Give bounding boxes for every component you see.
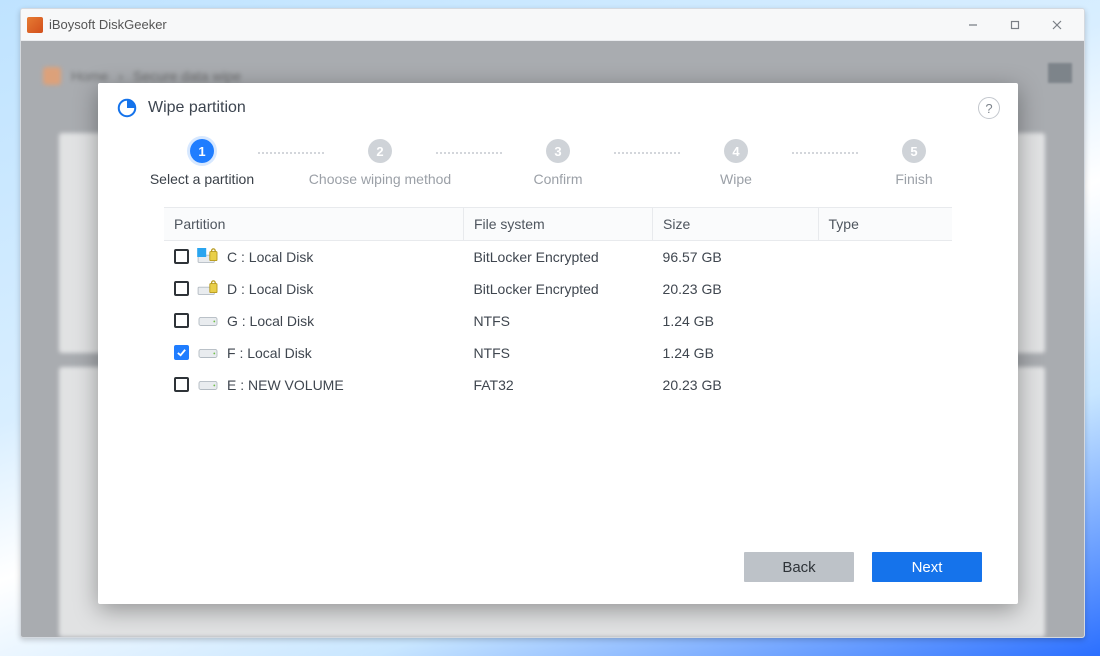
row-checkbox[interactable]: [174, 281, 189, 296]
row-checkbox[interactable]: [174, 249, 189, 264]
step-bubble: 4: [724, 139, 748, 163]
dialog-header: Wipe partition ?: [98, 83, 1018, 125]
drive-icon: [197, 344, 219, 362]
table-row[interactable]: C : Local Disk BitLocker Encrypted96.57 G…: [164, 241, 952, 273]
step-connector: [436, 152, 502, 154]
type-cell: [818, 337, 952, 369]
step-bubble: 3: [546, 139, 570, 163]
size-cell: 20.23 GB: [653, 273, 818, 305]
step-1: 1 Select a partition: [146, 139, 258, 187]
row-checkbox[interactable]: [174, 377, 189, 392]
table-row[interactable]: E : NEW VOLUME FAT3220.23 GB: [164, 369, 952, 401]
titlebar: iBoysoft DiskGeeker: [21, 9, 1084, 41]
table-row[interactable]: F : Local Disk NTFS1.24 GB: [164, 337, 952, 369]
drive-icon: [197, 376, 219, 394]
step-label: Wipe: [720, 171, 752, 187]
col-partition[interactable]: Partition: [164, 208, 463, 241]
dialog-footer: Back Next: [98, 538, 1018, 604]
app-title: iBoysoft DiskGeeker: [49, 17, 167, 32]
maximize-button[interactable]: [994, 9, 1036, 40]
dialog-title: Wipe partition: [148, 99, 246, 117]
table-row[interactable]: G : Local Disk NTFS1.24 GB: [164, 305, 952, 337]
type-cell: [818, 273, 952, 305]
step-connector: [792, 152, 858, 154]
step-label: Choose wiping method: [309, 171, 451, 187]
step-bubble: 5: [902, 139, 926, 163]
filesystem-cell: BitLocker Encrypted: [463, 241, 652, 273]
partition-name: D : Local Disk: [227, 281, 313, 297]
help-button[interactable]: ?: [978, 97, 1000, 119]
app-icon: [27, 17, 43, 33]
step-bubble: 1: [190, 139, 214, 163]
type-cell: [818, 305, 952, 337]
filesystem-cell: NTFS: [463, 337, 652, 369]
size-cell: 96.57 GB: [653, 241, 818, 273]
size-cell: 1.24 GB: [653, 337, 818, 369]
partition-table-body: C : Local Disk BitLocker Encrypted96.57 G…: [164, 241, 952, 401]
filesystem-cell: NTFS: [463, 305, 652, 337]
step-3: 3 Confirm: [502, 139, 614, 187]
step-connector: [258, 152, 324, 154]
size-cell: 20.23 GB: [653, 369, 818, 401]
minimize-button[interactable]: [952, 9, 994, 40]
col-type[interactable]: Type: [818, 208, 952, 241]
wipe-icon: [116, 97, 138, 119]
type-cell: [818, 241, 952, 273]
drive-icon: [197, 312, 219, 330]
app-window: iBoysoft DiskGeeker Home › Secure data w…: [20, 8, 1085, 638]
col-filesystem[interactable]: File system: [463, 208, 652, 241]
step-label: Confirm: [533, 171, 582, 187]
partition-name: G : Local Disk: [227, 313, 314, 329]
partition-table: Partition File system Size Type C : Loca…: [164, 207, 952, 401]
back-button[interactable]: Back: [744, 552, 854, 582]
close-button[interactable]: [1036, 9, 1078, 40]
step-label: Finish: [895, 171, 932, 187]
filesystem-cell: BitLocker Encrypted: [463, 273, 652, 305]
type-cell: [818, 369, 952, 401]
table-row[interactable]: D : Local Disk BitLocker Encrypted20.23 G…: [164, 273, 952, 305]
step-connector: [614, 152, 680, 154]
col-size[interactable]: Size: [653, 208, 818, 241]
step-4: 4 Wipe: [680, 139, 792, 187]
wipe-partition-dialog: Wipe partition ? 1Select a partition2Cho…: [98, 83, 1018, 604]
row-checkbox[interactable]: [174, 345, 189, 360]
partition-name: E : NEW VOLUME: [227, 377, 344, 393]
step-bubble: 2: [368, 139, 392, 163]
locked-icon: [197, 280, 219, 298]
wizard-stepper: 1Select a partition2Choose wiping method…: [98, 125, 1018, 197]
partition-name: C : Local Disk: [227, 249, 313, 265]
filesystem-cell: FAT32: [463, 369, 652, 401]
locked-win-icon: [197, 248, 219, 266]
step-2: 2Choose wiping method: [324, 139, 436, 187]
partition-table-wrap: Partition File system Size Type C : Loca…: [98, 197, 1018, 538]
step-label: Select a partition: [150, 171, 254, 187]
partition-name: F : Local Disk: [227, 345, 312, 361]
next-button[interactable]: Next: [872, 552, 982, 582]
row-checkbox[interactable]: [174, 313, 189, 328]
size-cell: 1.24 GB: [653, 305, 818, 337]
step-5: 5 Finish: [858, 139, 970, 187]
